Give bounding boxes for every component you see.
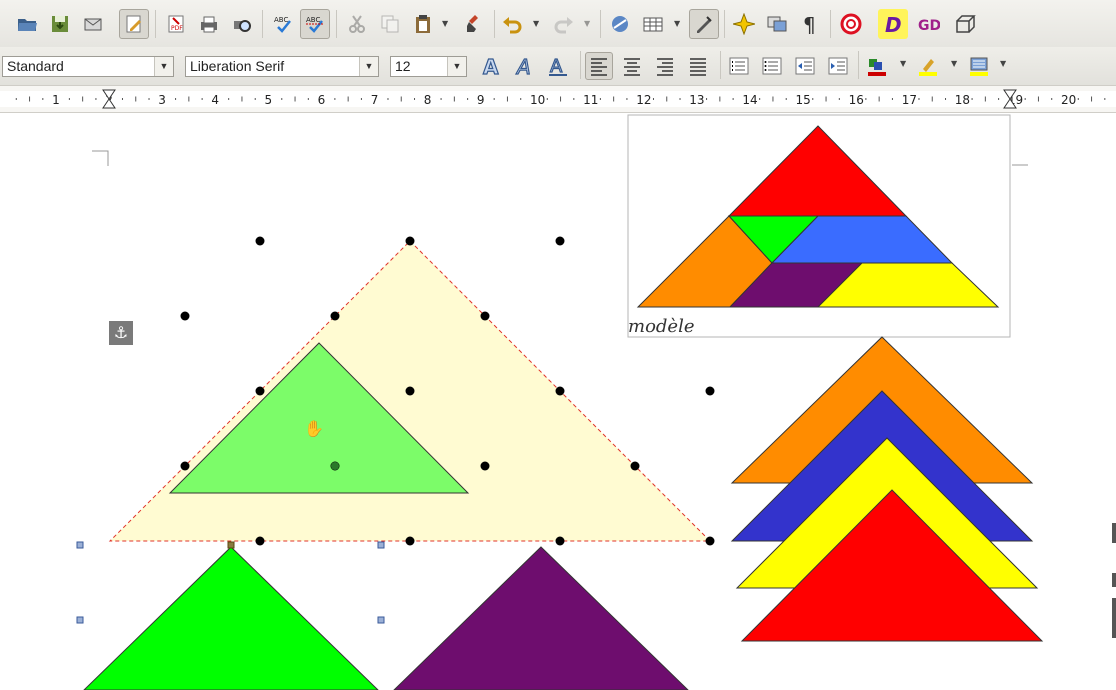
undo-icon[interactable] — [497, 9, 527, 39]
green-triangle[interactable] — [83, 546, 379, 690]
basic-shapes-icon[interactable]: GD — [914, 9, 944, 39]
chevron-down-icon[interactable]: ▼ — [584, 19, 590, 28]
ruler-label: 10 — [530, 93, 545, 107]
ruler-label: 6 — [318, 93, 326, 107]
highlighting-icon[interactable] — [914, 52, 942, 80]
navigator-icon[interactable] — [729, 9, 759, 39]
fontwork-icon[interactable]: D — [878, 9, 908, 39]
align-left-icon[interactable] — [585, 52, 613, 80]
ruler-label: 15 — [796, 93, 811, 107]
numbering-icon[interactable] — [725, 52, 753, 80]
ruler-scale: 1234567891011121314151617181920 — [0, 89, 1116, 109]
italic-icon[interactable]: A — [511, 52, 539, 80]
draw-functions-icon[interactable] — [689, 9, 719, 39]
model-caption: modèle — [628, 316, 695, 337]
ruler-label: 14 — [742, 93, 757, 107]
chevron-down-icon[interactable]: ▼ — [447, 57, 466, 76]
ruler-label: 8 — [424, 93, 432, 107]
bold-icon[interactable]: A — [478, 52, 506, 80]
justify-icon[interactable] — [684, 52, 712, 80]
chevron-down-icon[interactable]: ▼ — [900, 59, 906, 68]
svg-text:ABC: ABC — [306, 16, 320, 24]
document-canvas[interactable]: modèle ⚓ ✋ — [0, 113, 1116, 690]
table-icon[interactable] — [638, 9, 668, 39]
bullets-icon[interactable] — [758, 52, 786, 80]
folder-open-icon[interactable] — [12, 9, 42, 39]
chevron-down-icon[interactable]: ▼ — [533, 19, 539, 28]
ruler-label: 7 — [371, 93, 379, 107]
decrease-indent-icon[interactable] — [791, 52, 819, 80]
ruler-label: 16 — [849, 93, 864, 107]
paragraph-style-combo[interactable]: Standard ▼ — [2, 56, 174, 77]
ruler-label: 20 — [1061, 93, 1076, 107]
increase-indent-icon[interactable] — [824, 52, 852, 80]
underline-icon[interactable]: A — [544, 52, 572, 80]
drawing-layer — [76, 114, 1116, 690]
background-color-icon[interactable] — [965, 52, 993, 80]
font-name-combo[interactable]: Liberation Serif ▼ — [185, 56, 379, 77]
ruler-label: 17 — [902, 93, 917, 107]
print-icon[interactable] — [194, 9, 224, 39]
ruler-label: 9 — [477, 93, 485, 107]
ruler-label: 13 — [689, 93, 704, 107]
chevron-down-icon[interactable]: ▼ — [1000, 59, 1006, 68]
svg-text:PDF: PDF — [171, 25, 183, 32]
autospellcheck-icon[interactable]: ABC — [300, 9, 330, 39]
font-size-value: 12 — [395, 58, 411, 74]
gallery-icon[interactable] — [762, 9, 792, 39]
ruler-label: 12 — [636, 93, 651, 107]
svg-text:A: A — [483, 55, 499, 77]
scrollbar-mark[interactable] — [1112, 523, 1116, 543]
ruler-label: 1 — [52, 93, 60, 107]
copy-icon[interactable] — [375, 9, 405, 39]
svg-text:A: A — [515, 55, 531, 77]
svg-text:ABC: ABC — [274, 16, 288, 24]
font-size-combo[interactable]: 12 ▼ — [390, 56, 467, 77]
ruler-label: 3 — [158, 93, 166, 107]
chevron-down-icon[interactable]: ▼ — [674, 19, 680, 28]
edit-file-icon[interactable] — [119, 9, 149, 39]
svg-text:GD: GD — [918, 18, 940, 34]
chevron-down-icon[interactable]: ▼ — [442, 19, 448, 28]
svg-text:A: A — [550, 56, 563, 77]
chevron-down-icon[interactable]: ▼ — [154, 57, 173, 76]
help-icon[interactable] — [836, 9, 866, 39]
chevron-down-icon[interactable]: ▼ — [951, 59, 957, 68]
font-color-icon[interactable] — [863, 52, 891, 80]
horizontal-ruler[interactable]: 1234567891011121314151617181920 — [0, 86, 1116, 113]
paste-icon[interactable] — [408, 9, 438, 39]
scrollbar-mark[interactable] — [1112, 598, 1116, 638]
pilcrow-icon[interactable]: ¶ — [795, 9, 825, 39]
hand-cursor-icon: ✋ — [304, 419, 324, 438]
purple-triangle[interactable] — [393, 546, 689, 690]
export-pdf-icon[interactable]: PDF — [161, 9, 191, 39]
ruler-label: 5 — [265, 93, 273, 107]
3d-object-icon[interactable] — [950, 9, 980, 39]
hyperlink-icon[interactable] — [605, 9, 635, 39]
ruler-label: 18 — [955, 93, 970, 107]
save-icon[interactable] — [45, 9, 75, 39]
ruler-label: 11 — [583, 93, 598, 107]
cut-icon[interactable] — [342, 9, 372, 39]
spelling-icon[interactable]: ABC — [268, 9, 298, 39]
standard-toolbar: PDF ABC ABC ▼ ▼ ▼ ▼ ¶ D GD — [0, 0, 1116, 47]
formatting-toolbar: Standard ▼ Liberation Serif ▼ 12 ▼ A A A — [0, 47, 1116, 86]
svg-text:D: D — [885, 13, 902, 35]
anchor-icon[interactable]: ⚓ — [109, 321, 133, 345]
paragraph-style-value: Standard — [7, 58, 64, 74]
email-icon[interactable] — [78, 9, 108, 39]
align-right-icon[interactable] — [651, 52, 679, 80]
svg-text:¶: ¶ — [803, 13, 816, 35]
align-center-icon[interactable] — [618, 52, 646, 80]
clone-formatting-icon[interactable] — [459, 9, 489, 39]
chevron-down-icon[interactable]: ▼ — [359, 57, 378, 76]
ruler-label: 4 — [211, 93, 219, 107]
rotation-pivot[interactable] — [331, 462, 339, 470]
page-margin-mark — [92, 150, 109, 166]
print-preview-icon[interactable] — [227, 9, 257, 39]
scrollbar-mark[interactable] — [1112, 573, 1116, 587]
font-name-value: Liberation Serif — [190, 58, 285, 74]
redo-icon[interactable] — [549, 9, 579, 39]
